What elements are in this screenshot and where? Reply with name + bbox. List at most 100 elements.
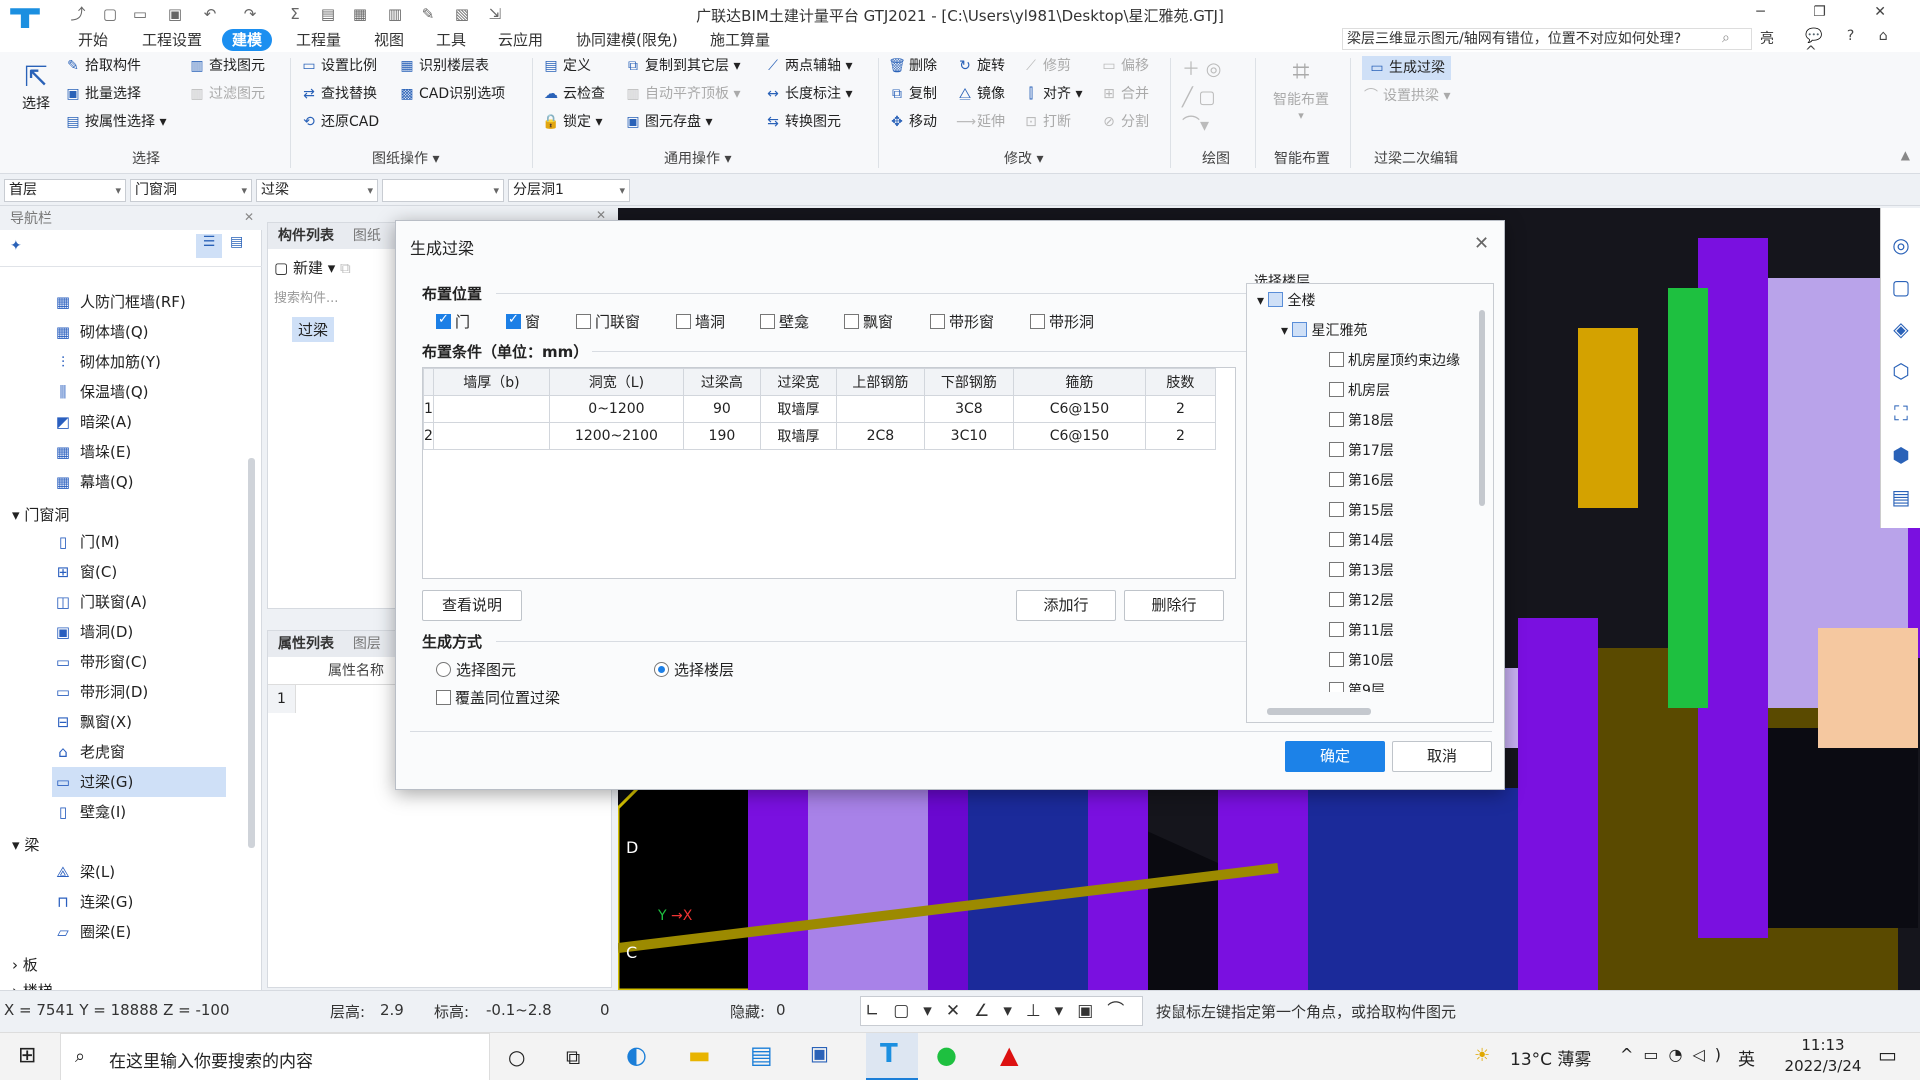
component-item-lintel[interactable]: 过梁 <box>292 317 335 342</box>
table-cell[interactable]: 取墙厚 <box>759 395 837 423</box>
gtj-app-icon[interactable]: T <box>866 1033 918 1080</box>
table-cell[interactable]: 取墙厚 <box>759 422 837 450</box>
floor-item[interactable]: 机房层 <box>1329 376 1390 406</box>
convert-element-button[interactable]: ⇆ 转换图元 <box>764 110 841 134</box>
redo-icon[interactable]: ↷ <box>240 4 260 24</box>
scrollbar[interactable] <box>1267 708 1371 715</box>
rotate-button[interactable]: ↻ 旋转 <box>956 54 1005 78</box>
option-wall-hole-checkbox[interactable]: 墙洞 <box>676 311 725 332</box>
nav-category-door-window[interactable]: ▾ 门窗洞 <box>12 504 69 525</box>
table-cell[interactable]: 2C8 <box>835 422 925 450</box>
checkbox[interactable] <box>930 314 945 329</box>
scrollbar[interactable] <box>1479 310 1485 506</box>
floor-item[interactable]: 第10层 <box>1329 646 1394 676</box>
view-help-button[interactable]: 查看说明 <box>422 590 522 621</box>
open-icon[interactable]: ⤴ <box>68 4 88 24</box>
length-dimension-button[interactable]: ↔ 长度标注 ▾ <box>764 82 852 106</box>
menu-view[interactable]: 视图 <box>364 29 414 51</box>
checkbox[interactable] <box>1329 442 1344 457</box>
nav-item[interactable]: ⫶ 砌体加筋(Y) <box>52 347 282 377</box>
acrobat-icon[interactable]: ▲ <box>1000 1041 1018 1069</box>
report-icon[interactable]: ▤ <box>318 4 338 24</box>
taskbar-search[interactable]: ⌕ 在这里输入你要搜索的内容 <box>60 1033 490 1080</box>
table-cell[interactable]: 2 <box>1144 395 1216 423</box>
checkbox[interactable] <box>1329 592 1344 607</box>
help-search-input[interactable]: 梁层三维显示图元/轴网有错位，位置不对应如何处理? <box>1342 28 1752 50</box>
ime-indicator[interactable]: 英 <box>1738 1045 1755 1070</box>
generate-lintel-button[interactable]: ▭ 生成过梁 <box>1362 56 1451 80</box>
cortana-icon[interactable]: ○ <box>508 1045 525 1069</box>
layer-select[interactable]: 分层洞1 <box>508 179 630 202</box>
search-icon[interactable]: ⌕ <box>1722 30 1730 46</box>
table-cell[interactable]: 90 <box>682 395 761 423</box>
nav-item[interactable]: ▱ 圈梁(E) <box>52 917 282 947</box>
align-button[interactable]: ⫿ 对齐 ▾ <box>1022 82 1083 106</box>
drawing-group-label[interactable]: 图纸操作 ▾ <box>372 148 439 168</box>
windows-start-icon[interactable]: ⊞ <box>18 1043 36 1068</box>
checkbox[interactable] <box>1329 502 1344 517</box>
folder-icon[interactable]: ▭ <box>130 4 150 24</box>
checkbox[interactable] <box>1329 622 1344 637</box>
menu-tools[interactable]: 工具 <box>426 29 476 51</box>
table-cell[interactable] <box>432 395 550 423</box>
detail-view-icon[interactable]: ▤ <box>230 234 243 250</box>
sum-icon[interactable]: Σ <box>285 4 305 24</box>
identify-floor-table-button[interactable]: ▦ 识别楼层表 <box>398 54 489 78</box>
export-icon[interactable]: ⇲ <box>485 4 505 24</box>
checkbox[interactable] <box>676 314 691 329</box>
nav-category-beam[interactable]: ▾ 梁 <box>12 834 39 855</box>
menu-quantity[interactable]: 工程量 <box>286 29 351 51</box>
copy-to-floor-button[interactable]: ⧉ 复制到其它层 ▾ <box>624 54 740 78</box>
menu-construction[interactable]: 施工算量 <box>700 29 780 51</box>
two-point-axis-button[interactable]: ⟋ 两点辅轴 ▾ <box>764 54 852 78</box>
extend-button[interactable]: ⟶延伸 <box>956 110 1005 134</box>
table-row[interactable]: 1 0~1200 90 取墙厚 3C8 C6@150 2 <box>423 395 1216 423</box>
checkbox[interactable] <box>1329 532 1344 547</box>
general-group-label[interactable]: 通用操作 ▾ <box>664 148 731 168</box>
file-explorer-icon[interactable]: ▬ <box>688 1041 711 1069</box>
checkbox[interactable] <box>1329 652 1344 667</box>
notification-icon[interactable]: ▭ <box>1878 1043 1897 1067</box>
checkbox[interactable] <box>1329 472 1344 487</box>
checkbox[interactable] <box>1329 412 1344 427</box>
floor-item[interactable]: 第14层 <box>1329 526 1394 556</box>
cloud-check-button[interactable]: ☁ 云检查 <box>542 82 605 106</box>
table-cell[interactable]: 0~1200 <box>548 395 684 423</box>
option-door-checkbox[interactable]: 门 <box>436 311 470 332</box>
cancel-button[interactable]: 取消 <box>1392 741 1492 772</box>
split-button[interactable]: ⊘ 分割 <box>1100 110 1149 134</box>
pick-component-button[interactable]: ✎ 拾取构件 <box>64 54 141 78</box>
close-icon[interactable]: ✕ <box>1474 233 1489 254</box>
table-cell[interactable] <box>432 422 550 450</box>
delete-button[interactable]: 🗑 删除 <box>888 54 937 78</box>
nav-item[interactable]: ◩ 暗梁(A) <box>52 407 282 437</box>
batch-select-button[interactable]: ▣ 批量选择 <box>64 82 141 106</box>
add-row-button[interactable]: 添加行 <box>1016 590 1116 621</box>
scrollbar[interactable] <box>248 458 255 848</box>
floor-item[interactable]: 第9层 <box>1329 676 1385 692</box>
mirror-button[interactable]: ⧋ 镜像 <box>956 82 1005 106</box>
find-replace-button[interactable]: ⇄ 查找替换 <box>300 82 377 106</box>
cad-app-icon[interactable]: ▣ <box>810 1041 829 1065</box>
window-controls[interactable]: ─ ❐ ✕ <box>1756 4 1908 20</box>
clock-time[interactable]: 11:13 <box>1788 1036 1858 1054</box>
floor-item[interactable]: 第15层 <box>1329 496 1394 526</box>
table-cell[interactable]: 190 <box>682 422 761 450</box>
checkbox[interactable] <box>760 314 775 329</box>
nav-category-more[interactable]: › 楼梯 <box>12 980 53 990</box>
collapse-ribbon-icon[interactable]: ▲ <box>1901 148 1910 162</box>
option-window-checkbox[interactable]: 窗 <box>506 311 540 332</box>
checkbox[interactable] <box>576 314 591 329</box>
option-door-window-checkbox[interactable]: 门联窗 <box>576 311 640 332</box>
copy-button[interactable]: ⧉ 复制 <box>888 82 937 106</box>
checkbox[interactable] <box>1030 314 1045 329</box>
table-cell[interactable]: 1200~2100 <box>548 422 684 450</box>
menu-project-settings[interactable]: 工程设置 <box>132 29 212 51</box>
pin-icon[interactable]: ✦ <box>10 238 22 254</box>
floor-item[interactable]: 第13层 <box>1329 556 1394 586</box>
table-cell[interactable]: 3C8 <box>923 395 1014 423</box>
modify-group-label[interactable]: 修改 ▾ <box>1004 148 1043 168</box>
auto-align-slab-button[interactable]: ▥ 自动平齐顶板 ▾ <box>624 82 740 106</box>
clock-date[interactable]: 2022/3/24 <box>1780 1057 1866 1075</box>
column-icon[interactable]: ▧ <box>452 4 472 24</box>
